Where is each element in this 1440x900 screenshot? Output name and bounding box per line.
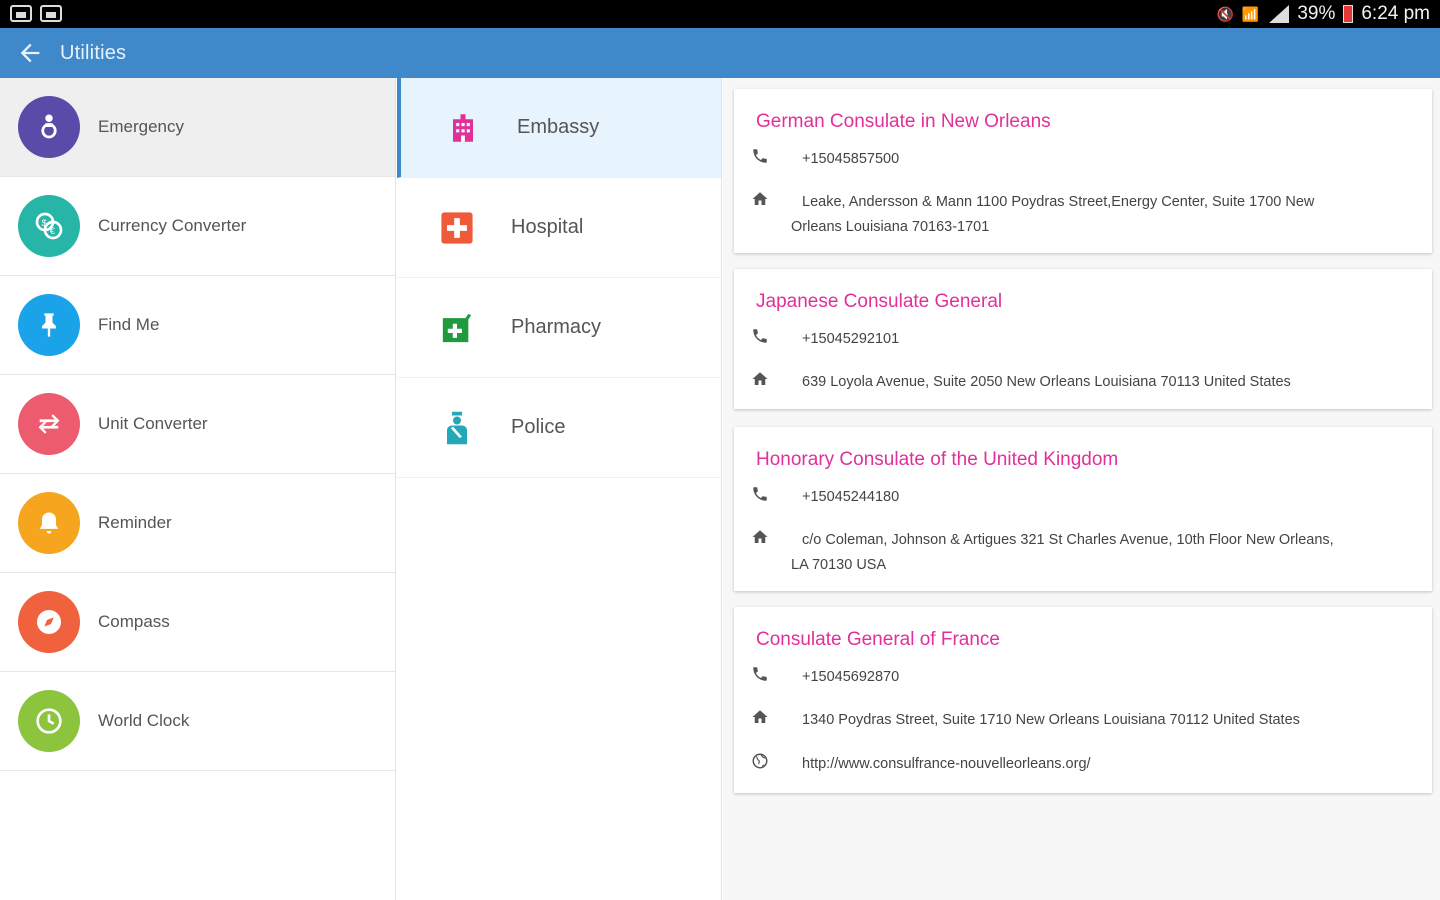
website-link[interactable]: http://www.consulfrance-nouvelleorleans.…: [802, 752, 1382, 777]
subcategory-label: Pharmacy: [511, 316, 602, 338]
category-label: Emergency: [98, 117, 184, 136]
home-icon: [750, 370, 770, 390]
address-row: 639 Loyola Avenue, Suite 2050 New Orlean…: [750, 370, 1387, 395]
category-label: Find Me: [98, 315, 160, 334]
phone-icon: [750, 665, 770, 685]
phone-row[interactable]: +15045244180: [750, 485, 1382, 510]
page-title: Utilities: [60, 41, 127, 64]
embassy-card[interactable]: Consulate General of France +15045692870…: [734, 607, 1432, 793]
embassy-name: Japanese Consulate General: [756, 291, 1003, 312]
category-item-world-clock[interactable]: World Clock: [0, 672, 395, 771]
embassy-card[interactable]: Honorary Consulate of the United Kingdom…: [734, 427, 1432, 591]
back-arrow-icon[interactable]: [16, 39, 44, 67]
address-line: 1340 Poydras Street, Suite 1710 New Orle…: [802, 712, 1300, 728]
category-item-emergency[interactable]: Emergency: [0, 78, 395, 177]
home-icon: [750, 528, 770, 548]
battery-icon: [1343, 5, 1354, 23]
police-icon: [439, 410, 475, 446]
swap-icon: [18, 393, 80, 455]
subcategory-item-hospital[interactable]: Hospital: [397, 178, 721, 278]
category-list: Emergency $ € Currency Converter Find Me …: [0, 78, 396, 900]
address-line: LA 70130 USA: [791, 557, 887, 573]
subcategory-label: Hospital: [511, 216, 584, 238]
category-item-find-me[interactable]: Find Me: [0, 276, 395, 375]
currency-icon: $ €: [18, 195, 80, 257]
emergency-icon: [18, 96, 80, 158]
address-row: c/o Coleman, Johnson & Artigues 321 St C…: [750, 528, 1387, 578]
svg-text:€: €: [50, 226, 56, 236]
pin-icon: [18, 294, 80, 356]
pharmacy-icon: [439, 310, 475, 346]
embassy-card[interactable]: Japanese Consulate General +15045292101 …: [734, 269, 1432, 409]
embassy-card[interactable]: German Consulate in New Orleans +1504585…: [734, 89, 1432, 253]
category-item-reminder[interactable]: Reminder: [0, 474, 395, 573]
address-line: c/o Coleman, Johnson & Artigues 321 St C…: [802, 532, 1334, 548]
phone-number: +15045857500: [802, 151, 900, 167]
phone-number: +15045244180: [802, 489, 900, 505]
address-block: c/o Coleman, Johnson & Artigues 321 St C…: [791, 528, 1387, 578]
category-item-currency-converter[interactable]: $ € Currency Converter: [0, 177, 395, 276]
home-icon: [750, 708, 770, 728]
phone-icon: [750, 327, 770, 347]
category-label: Compass: [98, 612, 170, 631]
status-bar: 🔇 📶 39% 6:24 pm: [0, 0, 1440, 28]
subcategory-label: Police: [511, 416, 566, 438]
compass-icon: [18, 591, 80, 653]
image-notification-icon: [40, 5, 62, 22]
address-row: Leake, Andersson & Mann 1100 Poydras Str…: [750, 190, 1387, 240]
globe-icon: [750, 752, 770, 772]
subcategory-label: Embassy: [517, 116, 600, 138]
embassy-name: Honorary Consulate of the United Kingdom: [756, 449, 1119, 470]
home-icon: [750, 190, 770, 210]
phone-number: +15045292101: [802, 331, 900, 347]
category-item-unit-converter[interactable]: Unit Converter: [0, 375, 395, 474]
phone-icon: [750, 147, 770, 167]
address-line: Leake, Andersson & Mann 1100 Poydras Str…: [802, 194, 1315, 210]
app-bar: Utilities: [0, 28, 1440, 78]
address-block: 639 Loyola Avenue, Suite 2050 New Orlean…: [802, 370, 1387, 395]
subcategory-item-police[interactable]: Police: [397, 378, 721, 478]
website-row[interactable]: http://www.consulfrance-nouvelleorleans.…: [750, 752, 1382, 777]
gallery-notification-icon: [10, 5, 32, 22]
category-label: Reminder: [98, 513, 172, 532]
phone-icon: [750, 485, 770, 505]
wifi-icon: 📶: [1241, 5, 1260, 22]
clock-time: 6:24 pm: [1361, 3, 1430, 24]
category-item-compass[interactable]: Compass: [0, 573, 395, 672]
clock-icon: [18, 690, 80, 752]
building-icon: [445, 110, 481, 146]
subcategory-item-pharmacy[interactable]: Pharmacy: [397, 278, 721, 378]
embassy-name: Consulate General of France: [756, 629, 1000, 650]
phone-number: +15045692870: [802, 669, 900, 685]
embassy-list: German Consulate in New Orleans +1504585…: [723, 78, 1440, 900]
embassy-name: German Consulate in New Orleans: [756, 111, 1051, 132]
battery-percent: 39%: [1297, 3, 1336, 24]
mute-icon: 🔇: [1216, 5, 1234, 22]
subcategory-list: Embassy Hospital Pharmacy Police: [397, 78, 722, 900]
bell-icon: [18, 492, 80, 554]
phone-row[interactable]: +15045292101: [750, 327, 1382, 352]
address-row: 1340 Poydras Street, Suite 1710 New Orle…: [750, 708, 1387, 733]
category-label: World Clock: [98, 711, 190, 730]
subcategory-item-embassy[interactable]: Embassy: [397, 78, 721, 178]
signal-icon: [1267, 5, 1290, 23]
address-block: 1340 Poydras Street, Suite 1710 New Orle…: [802, 708, 1387, 733]
category-label: Currency Converter: [98, 216, 247, 235]
address-block: Leake, Andersson & Mann 1100 Poydras Str…: [791, 190, 1387, 240]
category-label: Unit Converter: [98, 414, 208, 433]
svg-text:$: $: [42, 218, 48, 228]
address-line: Orleans Louisiana 70163-1701: [791, 219, 990, 235]
address-line: 639 Loyola Avenue, Suite 2050 New Orlean…: [802, 374, 1291, 390]
phone-row[interactable]: +15045857500: [750, 147, 1382, 172]
phone-row[interactable]: +15045692870: [750, 665, 1382, 690]
hospital-cross-icon: [439, 210, 475, 246]
